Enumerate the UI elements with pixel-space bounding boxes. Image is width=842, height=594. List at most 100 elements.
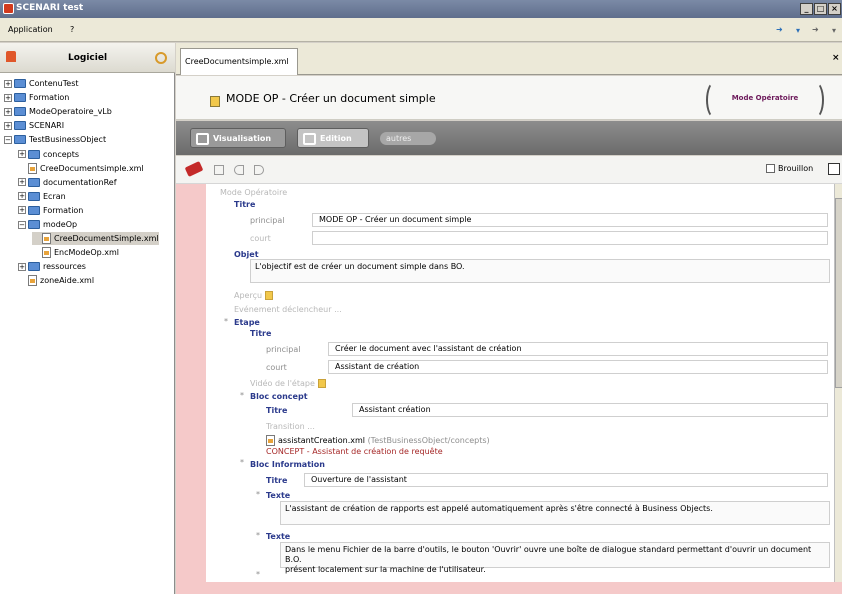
tree-item[interactable]: CreeDocumentSimple.xml bbox=[32, 232, 159, 246]
editor-toolbar: Brouillon bbox=[176, 156, 842, 184]
menu-application[interactable]: Application bbox=[8, 25, 53, 34]
video-icon[interactable] bbox=[317, 379, 326, 388]
apercu-text: Aperçu bbox=[234, 291, 263, 300]
folder-icon bbox=[14, 79, 26, 88]
save-icon[interactable] bbox=[214, 165, 224, 175]
expand-icon[interactable]: + bbox=[18, 192, 26, 201]
video-label: Vidéo de l'étape bbox=[250, 379, 326, 388]
scrollbar-thumb[interactable] bbox=[835, 198, 842, 388]
expand-icon[interactable]: + bbox=[4, 79, 12, 88]
root-label: Mode Opératoire bbox=[220, 188, 288, 197]
etape-court-field[interactable]: Assistant de création bbox=[328, 360, 828, 374]
tree-item-label: documentationRef bbox=[43, 177, 117, 187]
tree-item-label: modeOp bbox=[43, 220, 78, 229]
tree-item-label: CreeDocumentSimple.xml bbox=[54, 234, 159, 244]
bi-titre-heading: Titre bbox=[266, 476, 288, 485]
concept-path: (TestBusinessObject/concepts) bbox=[367, 436, 490, 445]
court-field[interactable] bbox=[312, 231, 828, 245]
expand-icon[interactable]: + bbox=[4, 107, 12, 116]
bullet-icon: * bbox=[224, 317, 228, 326]
expand-icon[interactable]: + bbox=[18, 206, 26, 215]
folder-icon bbox=[14, 135, 26, 145]
texte1-heading: Texte bbox=[266, 491, 291, 500]
folder-icon bbox=[28, 205, 40, 215]
evenement-label[interactable]: Evénement déclencheur ... bbox=[234, 305, 342, 314]
folder-icon bbox=[14, 121, 26, 131]
tree-item[interactable]: + Formation bbox=[18, 204, 83, 217]
concept-link[interactable]: assistantCreation.xml (TestBusinessObjec… bbox=[266, 435, 490, 446]
collapse-icon[interactable]: − bbox=[4, 135, 12, 144]
apercu-label: Aperçu bbox=[234, 291, 274, 300]
bc-titre-heading: Titre bbox=[266, 406, 288, 415]
vertical-scrollbar[interactable] bbox=[834, 184, 842, 582]
forward-dropdown-icon[interactable]: ▾ bbox=[832, 26, 836, 35]
checkbox-icon bbox=[766, 164, 775, 173]
tree-item[interactable]: + Ecran bbox=[18, 190, 66, 203]
texte2-heading: Texte bbox=[266, 532, 291, 541]
tree-item[interactable]: CreeDocumentsimple.xml bbox=[18, 162, 144, 175]
tree-item[interactable]: + documentationRef bbox=[18, 176, 117, 189]
close-window-button[interactable]: × bbox=[828, 3, 841, 15]
back-dropdown-icon[interactable]: ▾ bbox=[796, 26, 800, 35]
minimize-button[interactable]: _ bbox=[800, 3, 813, 15]
menu-help[interactable]: ? bbox=[70, 25, 74, 34]
tree-item-label: concepts bbox=[43, 149, 80, 159]
expand-icon[interactable]: + bbox=[4, 121, 12, 130]
tab-document[interactable]: CreeDocumentsimple.xml bbox=[180, 48, 298, 75]
folder-icon bbox=[28, 149, 40, 159]
visualisation-button[interactable]: Visualisation bbox=[190, 128, 286, 148]
tree-item[interactable]: − modeOp bbox=[18, 218, 77, 231]
autres-button[interactable]: autres bbox=[380, 132, 436, 145]
bi-titre-field[interactable]: Ouverture de l'assistant bbox=[304, 473, 828, 487]
close-tab-icon[interactable]: × bbox=[832, 53, 840, 63]
forward-arrow-icon[interactable]: ➜ bbox=[812, 25, 819, 34]
tree-item[interactable]: + ressources bbox=[18, 260, 86, 273]
image-icon[interactable] bbox=[265, 291, 274, 300]
tree-item[interactable]: EncModeOp.xml bbox=[32, 246, 119, 259]
texte2-line2: présent localement sur la machine de l'u… bbox=[285, 565, 486, 574]
texte1-textarea[interactable]: L'assistant de création de rapports est … bbox=[280, 501, 830, 525]
folder-icon bbox=[28, 177, 40, 187]
back-arrow-icon[interactable]: ➜ bbox=[776, 25, 783, 34]
tree-item-label: EncModeOp.xml bbox=[54, 248, 119, 258]
undo-icon[interactable] bbox=[234, 165, 244, 175]
tree-item[interactable]: + Formation bbox=[4, 91, 69, 104]
transition-label[interactable]: Transition ... bbox=[266, 422, 315, 431]
tree-item[interactable]: zoneAide.xml bbox=[18, 274, 94, 287]
tree-item[interactable]: + ContenuTest bbox=[4, 77, 79, 90]
edition-label: Edition bbox=[320, 134, 352, 143]
sync-icon[interactable] bbox=[155, 52, 167, 64]
expand-icon[interactable]: + bbox=[18, 150, 26, 158]
document-header: MODE OP - Créer un document simple Mode … bbox=[176, 76, 842, 120]
objet-textarea[interactable]: L'objectif est de créer un document simp… bbox=[250, 259, 830, 283]
tree-item[interactable]: + ModeOperatoire_vLb bbox=[4, 105, 112, 118]
autres-label: autres bbox=[386, 134, 412, 143]
tree-item[interactable]: + SCENARI bbox=[4, 119, 64, 132]
folder-icon bbox=[28, 220, 40, 229]
maximize-button[interactable]: □ bbox=[814, 3, 827, 15]
pencil-icon[interactable] bbox=[184, 161, 204, 177]
visualisation-label: Visualisation bbox=[213, 134, 272, 143]
brouillon-checkbox[interactable]: Brouillon bbox=[766, 164, 813, 173]
principal-field[interactable]: MODE OP - Créer un document simple bbox=[312, 213, 828, 227]
video-text: Vidéo de l'étape bbox=[250, 379, 315, 388]
etape-court-label: court bbox=[266, 363, 287, 372]
maximize-editor-icon[interactable] bbox=[828, 163, 840, 175]
tree-item-label: TestBusinessObject bbox=[29, 135, 107, 145]
redo-icon[interactable] bbox=[254, 165, 264, 175]
expand-icon[interactable]: + bbox=[18, 178, 26, 187]
texte2-textarea[interactable]: Dans le menu Fichier de la barre d'outil… bbox=[280, 542, 830, 574]
tree-item-label: zoneAide.xml bbox=[40, 276, 95, 286]
edition-button[interactable]: Edition bbox=[297, 128, 369, 148]
tree-item-label: ressources bbox=[43, 262, 86, 272]
expand-icon[interactable]: + bbox=[4, 93, 12, 102]
tree-item[interactable]: − TestBusinessObject bbox=[4, 133, 106, 146]
etape-principal-field[interactable]: Créer le document avec l'assistant de cr… bbox=[328, 342, 828, 356]
tree-item[interactable]: + concepts bbox=[18, 148, 79, 161]
etape-titre-heading: Titre bbox=[250, 329, 272, 338]
collapse-icon[interactable]: − bbox=[18, 220, 26, 229]
bc-titre-field[interactable]: Assistant création bbox=[352, 403, 828, 417]
folder-icon bbox=[28, 191, 40, 201]
expand-icon[interactable]: + bbox=[18, 262, 26, 271]
concept-title: CONCEPT - Assistant de création de requê… bbox=[266, 447, 443, 456]
